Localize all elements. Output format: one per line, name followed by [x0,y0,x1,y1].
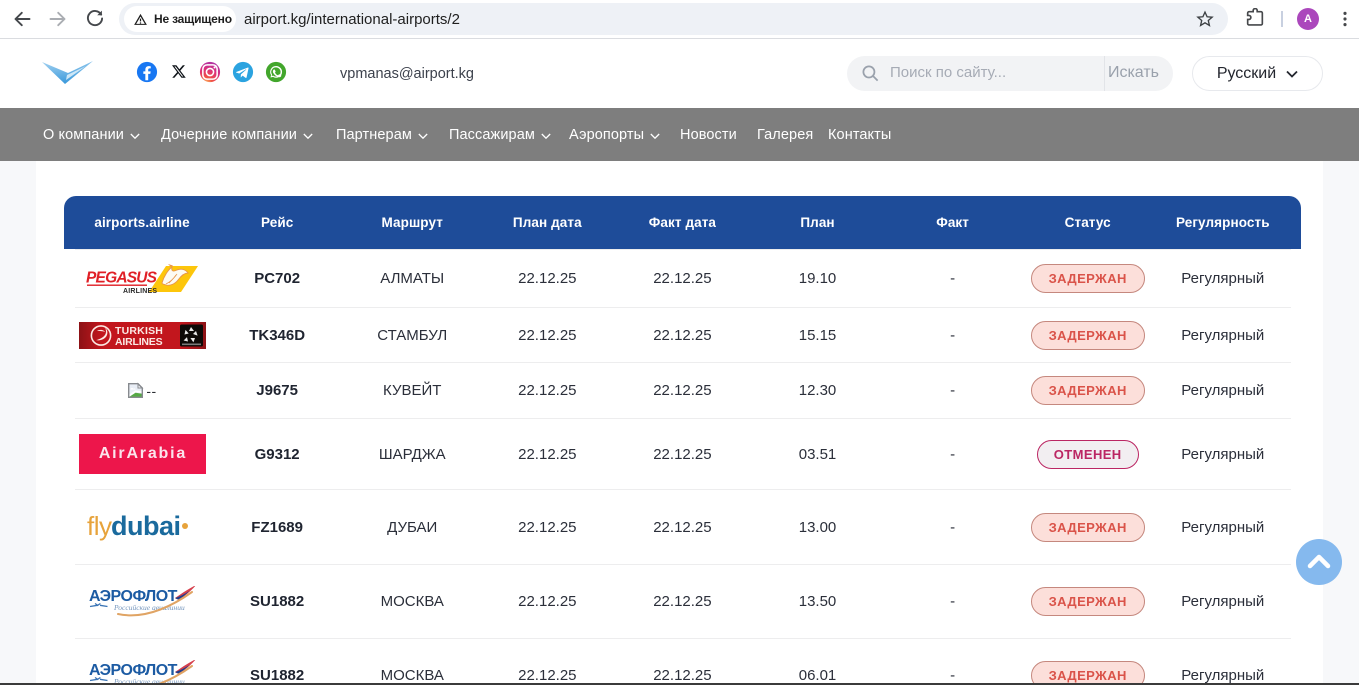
svg-text:Российские авиалинии: Российские авиалинии [113,603,185,612]
svg-text:fly: fly [87,513,112,541]
svg-text:PEGASUS: PEGASUS [86,269,158,286]
svg-text:AIRLINES: AIRLINES [115,336,163,348]
svg-text:dubai: dubai [111,513,181,541]
svg-text:AIRLINES: AIRLINES [123,288,157,294]
